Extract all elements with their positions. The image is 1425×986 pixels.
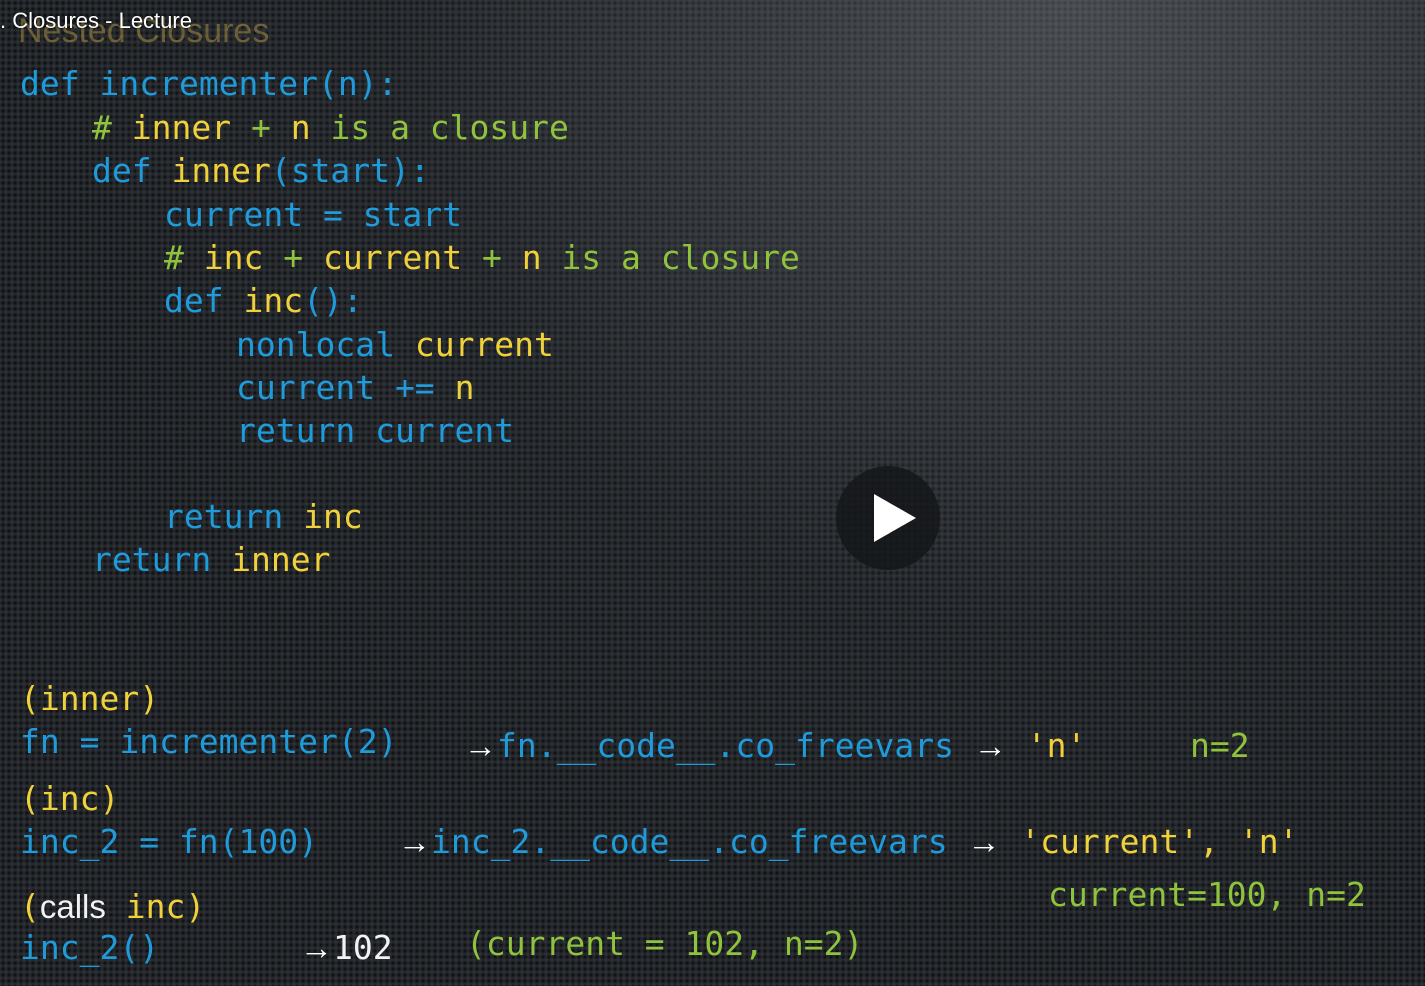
comment-plus: + [283,238,304,277]
function-args: (): [303,281,363,320]
comment-inner: inner [131,108,232,147]
example-2-attr: inc_2.__code__.co_freevars [431,822,948,861]
arrow-right-icon: → [967,823,1001,860]
example-1-label: (inner) [20,679,160,718]
example-2-line: inc_2 = fn(100) [20,822,318,862]
example-3-code: inc_2() [20,928,160,967]
comment-hash: # [92,108,112,147]
code-line-7: nonlocal current [236,325,554,365]
example-3-label: (calls inc) [20,887,206,926]
example-1-note: n=2 [1190,726,1250,765]
example-1-attr: fn.__code__.co_freevars [497,726,954,765]
example-1-result: →fn.__code__.co_freevars → 'n' [464,726,1086,766]
play-icon [874,494,916,542]
play-button[interactable] [836,466,940,570]
example-2-result: →inc_2.__code__.co_freevars → 'current',… [398,822,1298,862]
arrow-right-icon: → [300,929,333,966]
example-3-result: →102 [300,928,393,968]
example-1-line: fn = incrementer(2) [20,722,398,762]
augmented-assignment: current += [236,368,435,407]
example-2-code: inc_2 = fn(100) [20,822,319,861]
comment-n: n [290,108,311,147]
title-bar: Nested Closures . Closures - Lecture [0,0,600,50]
comment-plus: + [250,108,271,147]
keyword-return: return [164,497,284,536]
comment-text: is a closure [330,108,569,147]
comment-plus: + [481,238,502,277]
code-line-1: def incrementer(n): [20,64,398,104]
variable-n: n [454,368,475,407]
code-line-11: return inner [92,540,330,580]
example-3-label-inc: inc [125,887,186,926]
keyword-return: return [92,540,212,579]
arrow-right-icon: → [464,727,497,764]
example-2-note: current=100, n=2 [1048,875,1366,914]
arrow-right-icon: → [973,727,1007,764]
example-3-label-calls: calls [39,888,106,925]
arrow-right-icon: → [398,823,431,860]
code-line-9: return current [236,411,514,451]
return-statement: return current [236,411,515,450]
video-frame[interactable]: Nested Closures . Closures - Lecture def… [0,0,1425,986]
function-args: (start): [270,151,430,190]
code-line-2: # inner + n is a closure [92,108,569,148]
example-1-code: fn = incrementer(2) [20,722,398,761]
example-1-freevars: 'n' [1026,726,1087,765]
keyword-def: def [92,151,152,190]
assignment: current = start [164,195,463,234]
code-line-10: return inc [164,497,363,537]
variable-current: current [414,325,554,364]
code-line-8: current += n [236,368,474,408]
code-line-5: # inc + current + n is a closure [164,238,800,278]
variable-inner: inner [231,540,331,579]
example-3-value: 102 [333,928,393,967]
function-name-inc: inc [243,281,304,320]
function-signature: incrementer(n): [99,64,398,103]
code-line-4: current = start [164,195,462,235]
keyword-def: def [20,64,80,103]
comment-current: current [322,238,463,277]
example-2-label: (inc) [20,779,120,818]
keyword-def: def [164,281,224,320]
comment-text: is a closure [561,238,800,277]
variable-inc: inc [303,497,363,536]
window-title: . Closures - Lecture [0,8,192,33]
example-2-freevars-a: 'current', [1020,822,1219,861]
comment-n: n [521,238,542,277]
example-3-note: (current = 102, n=2) [466,924,864,963]
function-name-inner: inner [171,151,271,190]
example-3-line: inc_2() [20,928,159,968]
example-2-freevars-b: 'n' [1238,822,1299,861]
keyword-nonlocal: nonlocal [236,325,395,364]
comment-inc: inc [203,238,264,277]
comment-hash: # [164,238,184,277]
code-line-3: def inner(start): [92,151,430,191]
code-line-6: def inc(): [164,281,363,321]
